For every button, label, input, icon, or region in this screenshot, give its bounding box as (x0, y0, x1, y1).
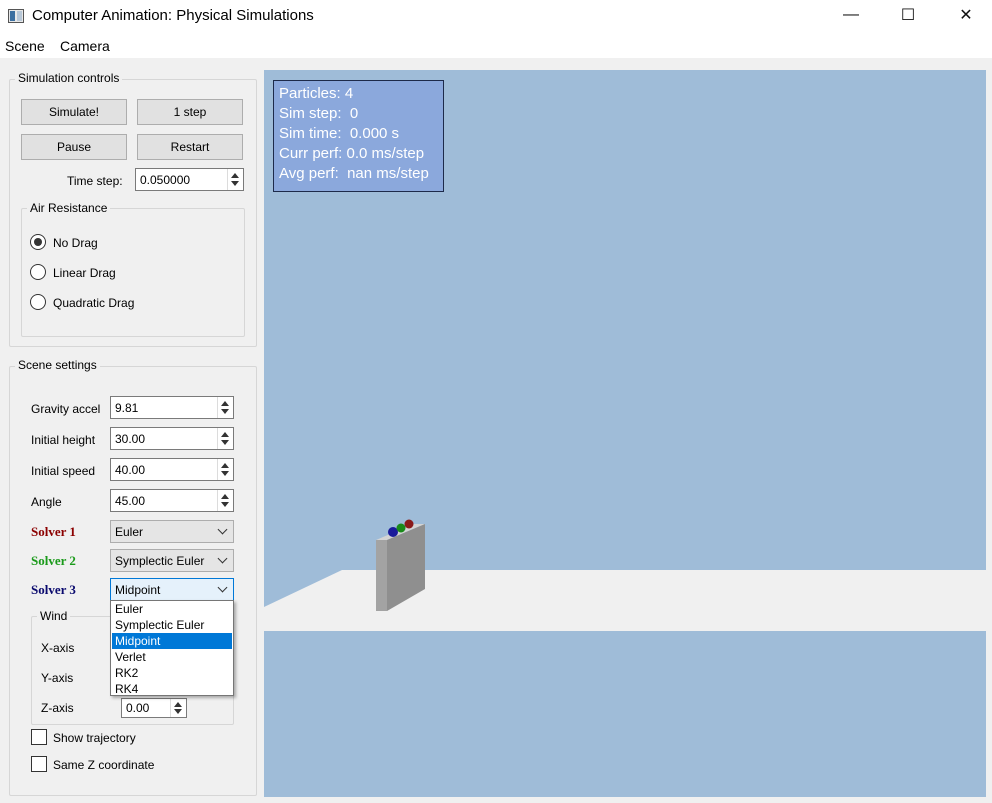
initial-height-label: Initial height (31, 433, 96, 447)
gravity-label: Gravity accel (31, 402, 101, 416)
hud-avg-perf: Avg perf: nan ms/step (279, 165, 429, 182)
solver-2-label: Solver 2 (31, 553, 76, 568)
solver-2-value: Symplectic Euler (115, 554, 205, 568)
hud-sim-step: Sim step: 0 (279, 105, 359, 122)
restart-button[interactable]: Restart (137, 134, 243, 160)
linear-drag-label: Linear Drag (53, 266, 116, 280)
dropdown-option-midpoint[interactable]: Midpoint (112, 633, 232, 649)
simulation-controls-title: Simulation controls (15, 71, 123, 85)
menu-scene[interactable]: Scene (5, 38, 45, 54)
one-step-button[interactable]: 1 step (137, 99, 243, 125)
initial-height-spinner[interactable] (217, 428, 233, 449)
solver-3-value: Midpoint (115, 583, 161, 597)
quadratic-drag-label: Quadratic Drag (53, 296, 135, 310)
simulate-button[interactable]: Simulate! (21, 99, 127, 125)
time-step-value: 0.050000 (140, 173, 191, 187)
time-step-label: Time step: (67, 174, 123, 188)
window-title: Computer Animation: Physical Simulations (32, 7, 314, 24)
simulation-viewport[interactable]: Particles: 4 Sim step: 0 Sim time: 0.000… (264, 70, 986, 797)
initial-speed-value: 40.00 (115, 463, 146, 477)
chevron-down-icon (217, 524, 228, 535)
wind-x-label: X-axis (41, 641, 75, 655)
close-button[interactable]: ✕ (943, 0, 989, 30)
solver-1-value: Euler (115, 525, 144, 539)
solver-3-dropdown-list: Euler Symplectic Euler Midpoint Verlet R… (110, 600, 234, 696)
time-step-spinner[interactable] (227, 169, 243, 190)
menu-bar (0, 32, 992, 58)
hud-curr-perf: Curr perf: 0.0 ms/step (279, 145, 425, 162)
wind-y-label: Y-axis (41, 671, 74, 685)
initial-speed-label: Initial speed (31, 464, 96, 478)
quadratic-drag-radio[interactable] (30, 294, 46, 310)
initial-speed-input[interactable]: 40.00 (110, 458, 234, 481)
particle-blue (388, 527, 398, 537)
menu-camera[interactable]: Camera (60, 38, 110, 54)
stats-overlay: Particles: 4 Sim step: 0 Sim time: 0.000… (273, 80, 444, 192)
chevron-down-icon (217, 553, 228, 564)
angle-spinner[interactable] (217, 490, 233, 511)
no-drag-label: No Drag (53, 236, 98, 250)
solver-1-select[interactable]: Euler (110, 520, 234, 543)
chevron-down-icon (217, 582, 228, 593)
particle-red (404, 519, 414, 529)
show-trajectory-label: Show trajectory (53, 731, 136, 745)
ground-plane (264, 570, 986, 631)
particle-green (396, 523, 406, 533)
dropdown-option-verlet[interactable]: Verlet (112, 649, 232, 665)
solver-3-select[interactable]: Midpoint (110, 578, 234, 601)
dropdown-option-euler[interactable]: Euler (112, 601, 232, 617)
gravity-spinner[interactable] (217, 397, 233, 418)
same-z-checkbox[interactable] (31, 756, 47, 772)
angle-label: Angle (31, 495, 62, 509)
wind-z-input[interactable]: 0.00 (121, 698, 187, 718)
solver-2-select[interactable]: Symplectic Euler (110, 549, 234, 572)
dropdown-option-rk4[interactable]: RK4 (112, 681, 232, 697)
no-drag-radio[interactable] (30, 234, 46, 250)
tower-front (376, 540, 387, 611)
app-icon (8, 9, 24, 23)
wind-z-label: Z-axis (41, 701, 74, 715)
minimize-button[interactable]: — (828, 0, 874, 30)
initial-speed-spinner[interactable] (217, 459, 233, 480)
dropdown-option-symplectic-euler[interactable]: Symplectic Euler (112, 617, 232, 633)
angle-input[interactable]: 45.00 (110, 489, 234, 512)
maximize-button[interactable]: ☐ (885, 0, 931, 30)
dropdown-option-rk2[interactable]: RK2 (112, 665, 232, 681)
scene-settings-title: Scene settings (15, 358, 100, 372)
angle-value: 45.00 (115, 494, 146, 508)
time-step-input[interactable]: 0.050000 (135, 168, 244, 191)
solver-1-label: Solver 1 (31, 524, 76, 539)
gravity-input[interactable]: 9.81 (110, 396, 234, 419)
pause-button[interactable]: Pause (21, 134, 127, 160)
initial-height-value: 30.00 (115, 432, 146, 446)
linear-drag-radio[interactable] (30, 264, 46, 280)
same-z-label: Same Z coordinate (53, 758, 155, 772)
wind-title: Wind (37, 609, 71, 623)
air-resistance-title: Air Resistance (27, 201, 111, 215)
solver-3-label: Solver 3 (31, 582, 76, 597)
hud-particles: Particles: 4 (279, 85, 354, 102)
show-trajectory-checkbox[interactable] (31, 729, 47, 745)
hud-sim-time: Sim time: 0.000 s (279, 125, 400, 142)
gravity-value: 9.81 (115, 401, 139, 415)
initial-height-input[interactable]: 30.00 (110, 427, 234, 450)
wind-z-value: 0.00 (126, 701, 150, 715)
wind-z-spinner[interactable] (170, 699, 186, 717)
